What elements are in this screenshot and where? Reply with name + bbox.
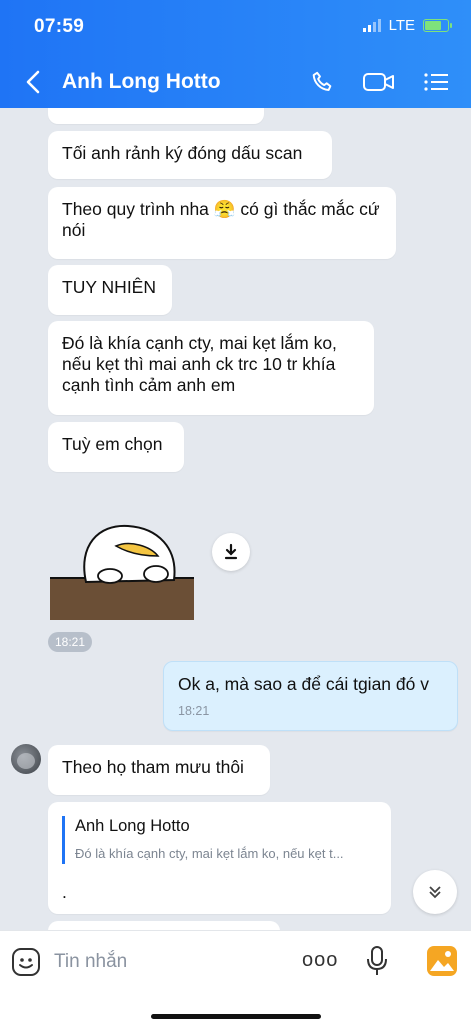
message-text: Ok a, mà sao a để cái tgian đó v bbox=[178, 674, 429, 694]
contact-name[interactable]: Anh Long Hotto bbox=[62, 70, 221, 94]
message-text: . bbox=[62, 882, 67, 902]
phone-icon[interactable] bbox=[310, 68, 336, 96]
home-indicator[interactable] bbox=[151, 1014, 321, 1019]
scroll-down-button[interactable] bbox=[413, 870, 457, 914]
signal-icon bbox=[362, 19, 381, 32]
message-bubble[interactable]: Tuỳ em chọn bbox=[48, 422, 184, 472]
message-bubble[interactable]: TUY NHIÊN bbox=[48, 265, 172, 315]
network-label: LTE bbox=[388, 17, 415, 34]
quoted-message[interactable]: Anh Long Hotto Đó là khía cạnh cty, mai … bbox=[62, 816, 377, 864]
download-icon bbox=[224, 543, 238, 560]
message-text: Đó là khía cạnh cty, mai kẹt lắm ko, nếu… bbox=[62, 333, 337, 395]
message-input-bar: Tin nhắn ooo bbox=[0, 930, 471, 1025]
message-text: Theo quy trình nha 😤 có gì thắc mắc cứ n… bbox=[62, 199, 380, 240]
message-bubble[interactable]: Đó là khía cạnh cty, mai kẹt lắm ko, nếu… bbox=[48, 321, 374, 415]
message-text: Theo họ tham mưu thôi bbox=[62, 757, 244, 777]
reply-bubble[interactable]: Anh Long Hotto Đó là khía cạnh cty, mai … bbox=[48, 802, 391, 914]
status-time: 07:59 bbox=[34, 16, 85, 37]
quote-preview: Đó là khía cạnh cty, mai kẹt lắm ko, nếu… bbox=[75, 846, 344, 861]
video-icon[interactable] bbox=[362, 68, 396, 96]
message-bubble[interactable]: Theo họ tham mưu thôi bbox=[48, 745, 270, 795]
message-bubble[interactable]: Theo quy trình nha 😤 có gì thắc mắc cứ n… bbox=[48, 187, 396, 259]
double-chevron-down-icon bbox=[429, 886, 441, 899]
status-indicators: LTE bbox=[362, 17, 452, 34]
download-button[interactable] bbox=[212, 533, 250, 571]
message-text: Tuỳ em chọn bbox=[62, 434, 163, 454]
microphone-icon[interactable] bbox=[365, 945, 389, 977]
quote-author: Anh Long Hotto bbox=[75, 817, 190, 835]
chat-header: 07:59 LTE Anh Long Hotto bbox=[0, 0, 471, 108]
emoji-icon[interactable] bbox=[11, 947, 41, 977]
message-text: TUY NHIÊN bbox=[62, 277, 156, 297]
sticker-time: 18:21 bbox=[48, 632, 93, 652]
message-text: Tối anh rảnh ký đóng dấu scan bbox=[62, 143, 303, 163]
more-options-icon[interactable]: ooo bbox=[302, 949, 338, 972]
sticker-image[interactable] bbox=[50, 516, 194, 620]
sent-message-bubble[interactable]: Ok a, mà sao a để cái tgian đó v 18:21 bbox=[163, 661, 458, 731]
back-icon[interactable] bbox=[22, 68, 46, 96]
message-bubble-partial[interactable] bbox=[48, 921, 280, 930]
message-bubble-partial[interactable] bbox=[48, 108, 264, 124]
battery-icon bbox=[423, 19, 452, 32]
image-icon[interactable] bbox=[426, 945, 458, 977]
message-bubble[interactable]: Tối anh rảnh ký đóng dấu scan bbox=[48, 131, 332, 179]
message-time: 18:21 bbox=[178, 704, 210, 718]
menu-icon[interactable] bbox=[423, 68, 451, 96]
message-list[interactable]: Tối anh rảnh ký đóng dấu scan Theo quy t… bbox=[0, 108, 471, 930]
avatar[interactable] bbox=[11, 744, 41, 774]
message-input[interactable]: Tin nhắn bbox=[54, 951, 127, 973]
